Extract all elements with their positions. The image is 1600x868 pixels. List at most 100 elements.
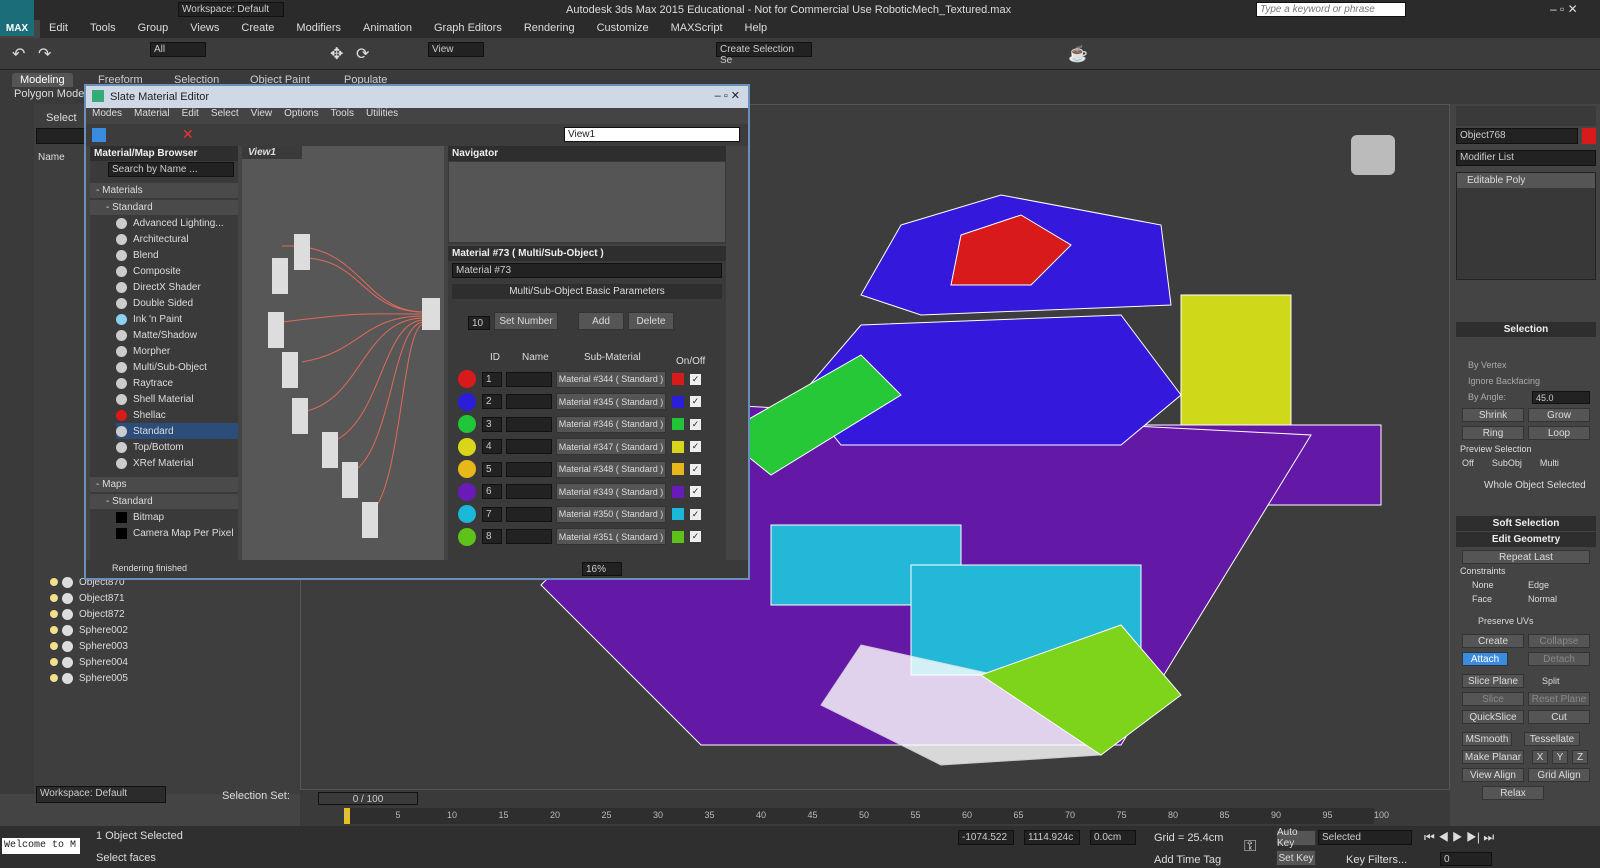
material-type-item[interactable]: Blend (116, 247, 238, 263)
sub-material-color[interactable] (672, 418, 684, 430)
material-type-item[interactable]: Ink 'n Paint (116, 311, 238, 327)
view-align-button[interactable]: View Align (1462, 768, 1524, 782)
workspace-dropdown[interactable]: Workspace: Default (178, 2, 284, 17)
scene-object-row[interactable]: Object872 (50, 606, 290, 622)
menu-tools[interactable]: Tools (81, 20, 125, 38)
sub-material-id[interactable]: 8 (482, 529, 502, 544)
sub-material-button[interactable]: Material #344 ( Standard ) (556, 370, 666, 388)
sub-material-name[interactable] (506, 461, 552, 477)
standard-group[interactable]: - Standard (90, 200, 238, 215)
key-icon[interactable]: ⚿ (1244, 838, 1256, 856)
sub-material-button[interactable]: Material #347 ( Standard ) (556, 438, 666, 455)
on-off-checkbox[interactable]: ✓ (690, 486, 701, 497)
on-off-checkbox[interactable]: ✓ (690, 396, 701, 407)
current-frame-field[interactable]: 0 (1440, 852, 1492, 866)
menu-graph-editors[interactable]: Graph Editors (425, 20, 511, 38)
z-coord[interactable]: 0.0cm (1090, 830, 1136, 845)
sub-material-name[interactable] (506, 371, 552, 387)
tessellate-button[interactable]: Tessellate (1524, 732, 1580, 746)
material-type-item[interactable]: Architectural (116, 231, 238, 247)
maps-group[interactable]: - Maps (90, 477, 238, 492)
slate-window-controls[interactable]: – ▫ ✕ (715, 89, 740, 102)
set-number-button[interactable]: Set Number (494, 312, 558, 330)
slate-menu-tools[interactable]: Tools (331, 108, 354, 124)
key-selection-dropdown[interactable]: Selected (1318, 830, 1412, 845)
sub-material-swatch[interactable] (458, 505, 476, 523)
sub-material-id[interactable]: 7 (482, 506, 502, 522)
slate-menu-options[interactable]: Options (284, 108, 318, 124)
sub-material-swatch[interactable] (458, 370, 476, 388)
material-type-item[interactable]: Morpher (116, 343, 238, 359)
shrink-button[interactable]: Shrink (1462, 408, 1524, 422)
sub-material-name[interactable] (506, 416, 552, 432)
sub-material-swatch[interactable] (458, 392, 476, 411)
sub-material-id[interactable]: 4 (482, 439, 502, 454)
material-type-item[interactable]: Shell Material (116, 391, 238, 407)
sub-material-swatch[interactable] (458, 437, 476, 456)
preview-subobj-radio[interactable]: SubObj (1492, 458, 1522, 468)
stack-item-editable-poly[interactable]: Editable Poly (1457, 173, 1595, 188)
sub-material-button[interactable]: Material #345 ( Standard ) (556, 393, 666, 410)
on-off-checkbox[interactable]: ✓ (690, 373, 701, 385)
time-slider[interactable]: 0 / 100 0 5 10 15 20 25 30 35 40 45 50 55 60 65 70 75 80… (300, 790, 1450, 826)
navigator-view[interactable] (449, 162, 725, 242)
angle-spinner[interactable]: 45.0 (1532, 391, 1590, 404)
scene-object-row[interactable]: Sphere004 (50, 654, 290, 670)
ribbon-subtab[interactable]: Polygon Modeli (14, 88, 89, 100)
material-type-item[interactable]: Composite (116, 263, 238, 279)
rollout-header[interactable]: Multi/Sub-Object Basic Parameters (452, 284, 722, 299)
grid-align-button[interactable]: Grid Align (1528, 768, 1590, 782)
menu-maxscript[interactable]: MAXScript (662, 20, 732, 38)
material-type-item[interactable]: Matte/Shadow (116, 327, 238, 343)
light-bulb-icon[interactable] (50, 642, 58, 650)
menu-rendering[interactable]: Rendering (515, 20, 584, 38)
view-tab[interactable]: View1 (242, 146, 302, 159)
preview-multi-radio[interactable]: Multi (1540, 458, 1559, 468)
materials-group[interactable]: - Materials (90, 183, 238, 198)
sub-material-button[interactable]: Material #348 ( Standard ) (556, 460, 666, 478)
render-toggle-icon[interactable] (62, 640, 73, 652)
modifier-stack[interactable]: Editable Poly (1456, 172, 1596, 280)
name-column-header[interactable]: Name (38, 152, 65, 163)
grow-button[interactable]: Grow (1528, 408, 1590, 422)
attach-button[interactable]: Attach (1462, 652, 1508, 666)
modifier-list-dropdown[interactable]: Modifier List (1456, 150, 1596, 166)
light-bulb-icon[interactable] (50, 594, 58, 602)
sub-material-name[interactable] (506, 529, 552, 544)
set-key-button[interactable]: Set Key (1276, 850, 1316, 866)
on-off-checkbox[interactable]: ✓ (690, 463, 701, 475)
sub-material-swatch[interactable] (458, 415, 476, 433)
view-dropdown[interactable]: View1 (564, 127, 740, 142)
scene-object-row[interactable]: Sphere002 (50, 622, 290, 638)
make-planar-button[interactable]: Make Planar (1462, 750, 1524, 764)
window-controls[interactable]: – ▫ ✕ (1550, 2, 1578, 16)
split-checkbox[interactable]: Split (1542, 676, 1560, 686)
scene-workspace-dropdown[interactable]: Workspace: Default (36, 786, 166, 803)
tab-modeling[interactable]: Modeling (12, 73, 73, 87)
sub-material-id[interactable]: 1 (482, 371, 502, 387)
on-off-checkbox[interactable]: ✓ (690, 418, 701, 430)
x-coord[interactable]: -1074.522 (958, 830, 1014, 845)
menu-modifiers[interactable]: Modifiers (287, 20, 350, 38)
relax-button[interactable]: Relax (1482, 786, 1544, 800)
constraint-edge-radio[interactable]: Edge (1528, 580, 1549, 590)
scene-select-label[interactable]: Select (46, 112, 77, 124)
ring-button[interactable]: Ring (1462, 426, 1524, 440)
material-type-item[interactable]: Multi/Sub-Object (116, 359, 238, 375)
sub-material-swatch[interactable] (458, 482, 476, 501)
quickslice-button[interactable]: QuickSlice (1462, 710, 1524, 724)
app-logo-icon[interactable]: MAX (0, 0, 34, 36)
render-toggle-icon[interactable] (62, 592, 73, 604)
on-off-checkbox[interactable]: ✓ (690, 441, 701, 452)
sub-material-color[interactable] (672, 530, 684, 543)
material-type-item[interactable]: XRef Material (116, 455, 238, 471)
menu-group[interactable]: Group (129, 20, 178, 38)
sub-material-color[interactable] (672, 463, 684, 475)
named-selection-dropdown[interactable]: Create Selection Se (716, 42, 812, 66)
by-angle-checkbox[interactable]: By Angle: (1468, 392, 1506, 402)
cut-button[interactable]: Cut (1528, 710, 1590, 724)
menu-create[interactable]: Create (232, 20, 283, 38)
set-number-count[interactable]: 10 (468, 316, 490, 330)
add-time-tag[interactable]: Add Time Tag (1154, 854, 1221, 866)
sub-material-id[interactable]: 3 (482, 416, 502, 432)
